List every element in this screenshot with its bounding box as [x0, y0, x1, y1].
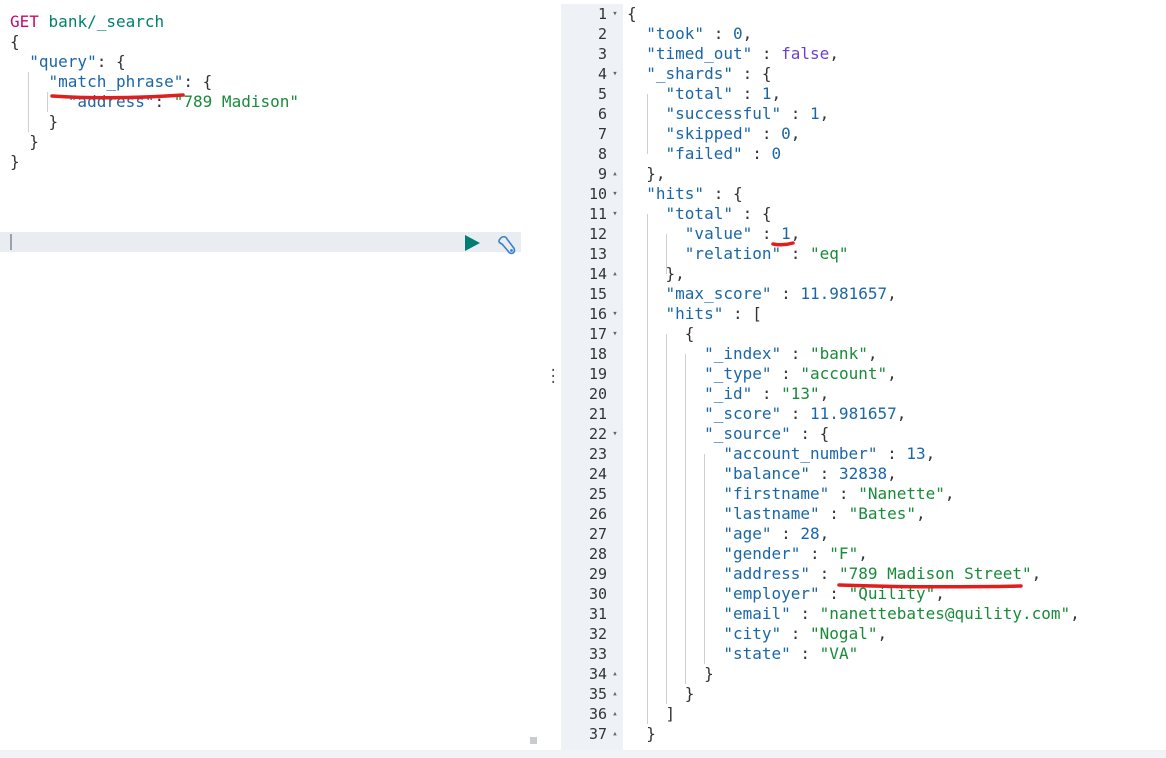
bottom-strip	[0, 750, 1166, 758]
request-line: }	[10, 132, 39, 152]
pane-splitter[interactable]: · · ·	[543, 0, 561, 758]
code-token: }	[10, 132, 39, 151]
annotation-marks	[771, 241, 1023, 589]
annotation-underline-address	[837, 583, 1023, 589]
resize-grip[interactable]	[530, 737, 537, 744]
code-token: }	[10, 152, 20, 171]
wrench-icon[interactable]	[496, 234, 518, 256]
run-request-button[interactable]	[465, 235, 480, 251]
response-viewer[interactable]: 1 ▾{2 "took" : 0, 3 "timed_out" : false, 4 ▾…	[561, 4, 1166, 750]
annotation-marks	[50, 93, 185, 100]
request-line: }	[10, 152, 20, 172]
drag-handle-icon: · · ·	[549, 363, 558, 391]
request-editor[interactable]: GET bank/_search { "query": { "match_phr…	[0, 0, 543, 758]
annotation-underline-match-phrase	[50, 93, 185, 100]
text-cursor	[10, 234, 12, 250]
annotation-underline-value	[771, 241, 795, 247]
request-action-bar	[0, 232, 521, 252]
